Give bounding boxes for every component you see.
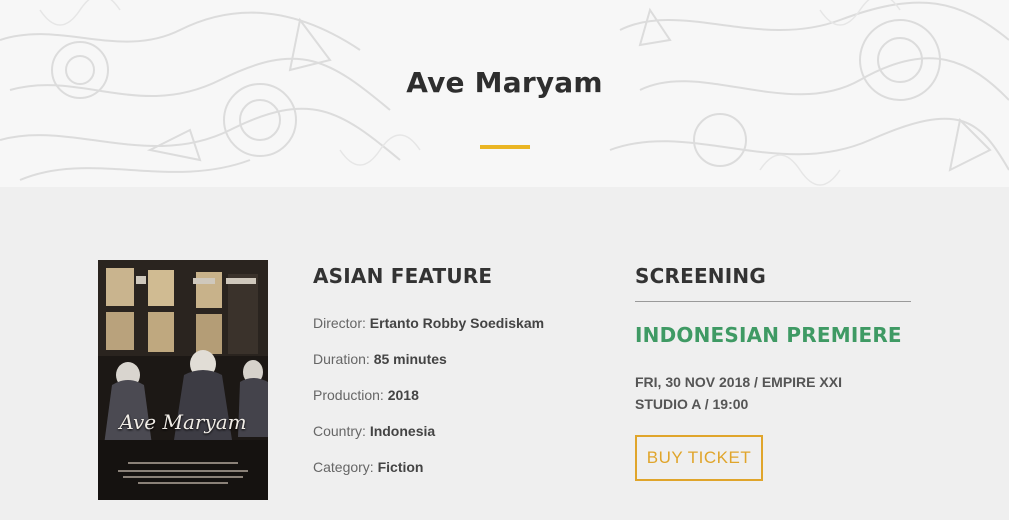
category-value: Fiction xyxy=(377,459,424,475)
production-label: Production: xyxy=(313,387,388,403)
country-value: Indonesia xyxy=(369,423,436,439)
production-row: Production: 2018 xyxy=(313,387,603,423)
buy-ticket-button[interactable]: BUY TICKET xyxy=(635,435,763,481)
duration-value: 85 minutes xyxy=(373,351,447,367)
duration-label: Duration: xyxy=(313,351,374,367)
premiere-label: INDONESIAN PREMIERE xyxy=(635,323,902,347)
page-header: Ave Maryam xyxy=(0,0,1009,187)
title-accent-bar xyxy=(480,145,530,149)
production-value: 2018 xyxy=(387,387,419,403)
screening-heading: SCREENING xyxy=(635,264,766,288)
director-value: Ertanto Robby Soediskam xyxy=(369,315,545,331)
director-label: Director: xyxy=(313,315,370,331)
film-details: Ave Maryam ASIAN FEATURE Director: Ertan… xyxy=(0,187,1009,520)
category-row: Category: Fiction xyxy=(313,459,603,495)
screening-divider xyxy=(635,301,911,302)
film-poster[interactable]: Ave Maryam xyxy=(98,260,268,500)
director-row: Director: Ertanto Robby Soediskam xyxy=(313,315,603,351)
country-label: Country: xyxy=(313,423,370,439)
screening-schedule: FRI, 30 NOV 2018 / EMPIRE XXI STUDIO A /… xyxy=(635,374,842,412)
poster-artwork xyxy=(98,260,268,500)
duration-row: Duration: 85 minutes xyxy=(313,351,603,387)
country-row: Country: Indonesia xyxy=(313,423,603,459)
film-info: ASIAN FEATURE Director: Ertanto Robby So… xyxy=(313,264,603,495)
category-heading: ASIAN FEATURE xyxy=(313,264,493,288)
film-metadata-list: Director: Ertanto Robby Soediskam Durati… xyxy=(313,315,603,495)
poster-title: Ave Maryam xyxy=(119,410,247,434)
page-title: Ave Maryam xyxy=(406,66,603,99)
category-label: Category: xyxy=(313,459,378,475)
screening-info: SCREENING INDONESIAN PREMIERE FRI, 30 NO… xyxy=(635,264,911,481)
